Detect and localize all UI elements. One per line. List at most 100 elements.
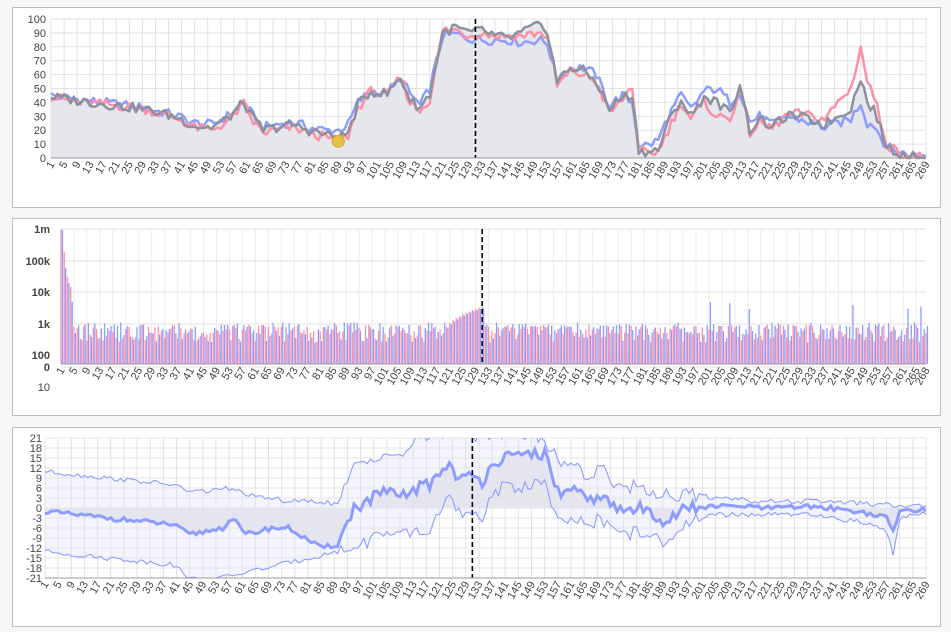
c2-bar: [366, 338, 368, 364]
c2-bar: [737, 337, 739, 364]
c2-bar: [568, 326, 571, 364]
c2-bar: [389, 327, 391, 364]
c2-bar: [468, 311, 470, 364]
c2-bar: [850, 338, 853, 364]
c2-bar: [813, 332, 815, 364]
c2-bar: [653, 329, 655, 364]
c2-bar: [230, 340, 232, 364]
chart-panel-middle: 0 10 100 1k 10k 100k 1m 1 5 9 13 17 21 25 29 33 37 41 45 49…: [12, 218, 941, 416]
c2-bar: [217, 330, 219, 364]
c2-bar: [147, 326, 150, 364]
c2-bar: [152, 333, 154, 364]
c2-bar: [922, 336, 924, 364]
c2-bar: [902, 341, 904, 364]
c2-bar: [173, 325, 176, 364]
c2-bar: [836, 338, 838, 364]
c2-bar: [732, 332, 734, 364]
c2-bar: [191, 329, 193, 364]
c2-bar: [379, 323, 381, 364]
c2-bar: [348, 325, 350, 364]
c2-bar: [811, 326, 814, 364]
c2-bar: [708, 329, 710, 364]
c2-bar: [105, 336, 108, 364]
c2-bar: [712, 324, 715, 364]
c2-bar: [646, 328, 649, 364]
log-bar-chart: 0101001k10k100k1m1 5 913172125293337414549…: [26, 224, 933, 394]
c2-bar: [661, 338, 663, 364]
c2-bar: [857, 327, 859, 364]
c2-bar: [110, 326, 112, 364]
c3-tick-label: 269: [913, 580, 933, 602]
c2-bar: [750, 326, 752, 364]
c2-bar: [368, 324, 370, 364]
c2-bar: [324, 326, 326, 364]
c2-bar: [624, 332, 626, 364]
c2-bar: [306, 326, 308, 364]
c2-bar: [897, 337, 899, 364]
c2-bar: [246, 326, 248, 364]
c2-bar: [207, 341, 209, 364]
c2-bar: [128, 326, 130, 364]
c2-bar: [408, 324, 410, 364]
c2-bar: [491, 330, 493, 364]
c2-bar: [66, 277, 69, 364]
c2-bar: [806, 342, 809, 364]
c2-bar: [243, 325, 245, 364]
c2-bar: [700, 341, 702, 364]
c2-bar: [471, 309, 474, 364]
c2-bar: [716, 332, 718, 364]
c2-bar: [165, 330, 167, 364]
c2-bar: [326, 329, 328, 364]
c3-y-tick-label: 21: [30, 433, 42, 445]
c2-bar: [484, 326, 487, 364]
c2-bar: [862, 325, 864, 364]
c2-bar: [776, 328, 778, 364]
c2-y-tick-label: 100: [32, 350, 50, 362]
c2-bar: [71, 301, 73, 364]
c2-bar: [526, 328, 529, 364]
c2-bar: [458, 315, 461, 364]
c2-bar: [308, 340, 310, 364]
c2-bar: [313, 331, 315, 364]
c2-bar: [854, 339, 856, 364]
c2-bar: [874, 324, 877, 364]
c2-bar: [764, 326, 767, 364]
c2-bar: [376, 339, 378, 364]
c2-bar: [894, 329, 896, 364]
c2-bar: [416, 335, 419, 364]
c2-bar: [900, 330, 903, 364]
c2-bar: [687, 332, 689, 364]
c2-bar: [781, 334, 783, 364]
c2-bar: [167, 332, 169, 364]
c2-bar: [196, 340, 198, 364]
c2-bar: [158, 334, 161, 364]
c2-bar: [886, 337, 888, 364]
c2-bar: [821, 329, 823, 364]
c2-bar: [427, 322, 430, 364]
c2-bar: [915, 324, 917, 364]
c2-bar: [107, 327, 109, 364]
c2-bar: [541, 330, 543, 364]
c2-bar: [136, 327, 138, 364]
c2-bar: [329, 334, 331, 364]
c2-bar: [604, 336, 606, 364]
c2-bar: [452, 320, 454, 364]
c2-bar: [718, 326, 720, 364]
c2-bar: [112, 331, 114, 364]
c1-y-tick-label: 100: [28, 14, 46, 26]
c2-bar: [257, 325, 260, 364]
c2-bar: [214, 327, 216, 364]
c2-bar: [170, 328, 172, 364]
c2-bar: [256, 332, 258, 364]
c2-bar: [596, 328, 598, 364]
c2-bar: [436, 338, 438, 364]
c2-bar: [512, 324, 514, 364]
c2-bar: [554, 330, 556, 364]
c1-tick-label: 269: [913, 160, 933, 182]
c2-bar: [189, 328, 192, 364]
c2-bar: [346, 323, 349, 364]
c2-bar: [659, 327, 661, 364]
c2-bar: [199, 335, 201, 364]
c2-bar: [350, 322, 352, 364]
c2-bar: [714, 340, 717, 364]
